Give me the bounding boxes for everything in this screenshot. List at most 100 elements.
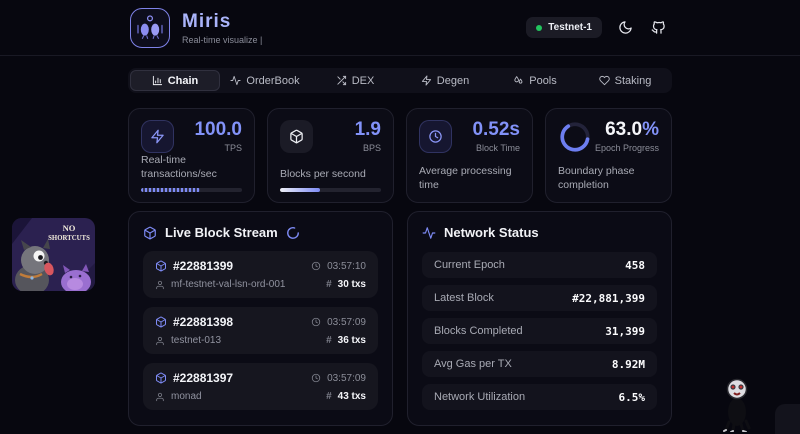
block-time: 03:57:09 <box>327 317 366 328</box>
droplets-icon <box>513 75 524 86</box>
app-header: Miris Real-time visualize | Testnet-1 <box>0 0 800 56</box>
block-number: #22881398 <box>173 315 233 329</box>
pixel-character-sticker <box>721 378 753 434</box>
stat-card-epoch-progress: 63.0% Epoch Progress Boundary phase comp… <box>545 108 672 203</box>
network-badge-label: Testnet-1 <box>548 22 592 33</box>
tab-degen[interactable]: Degen <box>400 70 490 91</box>
bps-value: 1.9 <box>355 120 381 139</box>
block-cube-icon <box>155 260 167 272</box>
package-icon <box>280 120 313 153</box>
epoch-progress-value: 63.0 <box>605 119 642 140</box>
no-shortcuts-sticker: NO SHORTCUTS <box>12 218 95 291</box>
status-label: Current Epoch <box>434 259 505 271</box>
stat-cards: 100.0 TPS Real-time transactions/sec 1.9 <box>128 108 672 201</box>
zap-icon <box>141 120 174 153</box>
block-number: #22881399 <box>173 259 233 273</box>
theme-toggle-button[interactable] <box>616 18 635 37</box>
clock-icon <box>311 317 321 327</box>
stat-card-block-time: 0.52s Block Time Average processing time <box>406 108 533 203</box>
block-time: 03:57:09 <box>327 373 366 384</box>
user-icon <box>155 280 165 290</box>
status-label: Avg Gas per TX <box>434 358 512 370</box>
clock-icon <box>311 373 321 383</box>
shuffle-icon <box>336 75 347 86</box>
tab-label: DEX <box>352 75 375 87</box>
zap-icon <box>421 75 432 86</box>
tab-staking[interactable]: Staking <box>580 70 670 91</box>
block-time-desc: Average processing time <box>419 164 520 192</box>
bps-unit: BPS <box>355 143 381 153</box>
tps-desc: Real-time transactions/sec <box>141 153 242 181</box>
app-logo-icon <box>130 8 170 48</box>
page-subtitle: Real-time visualize | <box>182 35 262 45</box>
tab-orderbook[interactable]: OrderBook <box>220 70 310 91</box>
hash-icon: # <box>326 335 332 346</box>
status-value: #22,881,399 <box>572 292 645 305</box>
stat-card-bps: 1.9 BPS Blocks per second <box>267 108 394 203</box>
status-value: 8.92M <box>612 358 645 371</box>
activity-icon <box>230 75 241 86</box>
network-status-title: Network Status <box>444 225 539 240</box>
tab-chain[interactable]: Chain <box>130 70 220 91</box>
view-tabbar: Chain OrderBook DEX Degen Pools Staking <box>128 68 672 93</box>
network-badge[interactable]: Testnet-1 <box>526 17 602 38</box>
tab-pools[interactable]: Pools <box>490 70 580 91</box>
brand: Miris Real-time visualize | <box>130 8 262 48</box>
tab-label: Pools <box>529 75 557 87</box>
tab-label: Chain <box>168 75 199 87</box>
clock-icon <box>311 261 321 271</box>
block-number: #22881397 <box>173 371 233 385</box>
clock-icon <box>419 120 452 153</box>
bar-chart-icon <box>152 75 163 86</box>
activity-icon <box>422 226 436 240</box>
tps-value: 100.0 <box>194 120 242 139</box>
live-block-stream-panel: Live Block Stream #22881399 03:57:1 <box>128 211 393 426</box>
bps-progress-fill <box>280 188 320 192</box>
status-row-avg-gas: Avg Gas per TX 8.92M <box>422 351 657 377</box>
status-row-latest-block: Latest Block #22,881,399 <box>422 285 657 311</box>
block-cube-icon <box>155 372 167 384</box>
tps-progress-fill <box>141 188 200 192</box>
progress-ring <box>558 120 592 154</box>
epoch-progress-unit: Epoch Progress <box>595 143 659 153</box>
github-icon <box>651 20 666 35</box>
github-link-button[interactable] <box>649 18 668 37</box>
status-value: 31,399 <box>605 325 645 338</box>
package-icon <box>143 226 157 240</box>
loader-icon <box>286 226 300 240</box>
block-txs: 30 txs <box>338 279 366 290</box>
block-stream-title: Live Block Stream <box>165 225 278 240</box>
epoch-progress-desc: Boundary phase completion <box>558 164 659 192</box>
block-validator: monad <box>171 391 202 402</box>
epoch-progress-suffix: % <box>642 119 659 140</box>
tab-label: Degen <box>437 75 469 87</box>
meme-text-shortcuts: SHORTCUTS <box>48 235 90 242</box>
stat-card-tps: 100.0 TPS Real-time transactions/sec <box>128 108 255 203</box>
status-label: Network Utilization <box>434 391 525 403</box>
block-list-item[interactable]: #22881397 03:57:09 monad <box>143 363 378 410</box>
tab-dex[interactable]: DEX <box>310 70 400 91</box>
status-row-list: Current Epoch 458 Latest Block #22,881,3… <box>422 252 657 410</box>
status-value: 458 <box>625 259 645 272</box>
block-validator: mf-testnet-val-lsn-ord-001 <box>171 279 285 290</box>
page-title: Miris <box>182 11 262 33</box>
status-value: 6.5% <box>619 391 646 404</box>
tab-label: Staking <box>615 75 652 87</box>
brand-text: Miris Real-time visualize | <box>182 11 262 45</box>
block-cube-icon <box>155 316 167 328</box>
block-list-item[interactable]: #22881399 03:57:10 mf-testnet-val-lsn-or… <box>143 251 378 298</box>
status-label: Blocks Completed <box>434 325 523 337</box>
block-list-item[interactable]: #22881398 03:57:09 testnet-013 <box>143 307 378 354</box>
moon-icon <box>618 20 633 35</box>
block-txs: 43 txs <box>338 391 366 402</box>
user-icon <box>155 336 165 346</box>
status-row-network-utilization: Network Utilization 6.5% <box>422 384 657 410</box>
bps-progress-track <box>280 188 381 192</box>
meme-text-no: NO <box>63 223 76 233</box>
status-row-blocks-completed: Blocks Completed 31,399 <box>422 318 657 344</box>
app-window: Miris Real-time visualize | Testnet-1 Ch… <box>0 0 800 434</box>
user-icon <box>155 392 165 402</box>
block-time: 03:57:10 <box>327 261 366 272</box>
hash-icon: # <box>326 391 332 402</box>
hash-icon: # <box>326 279 332 290</box>
